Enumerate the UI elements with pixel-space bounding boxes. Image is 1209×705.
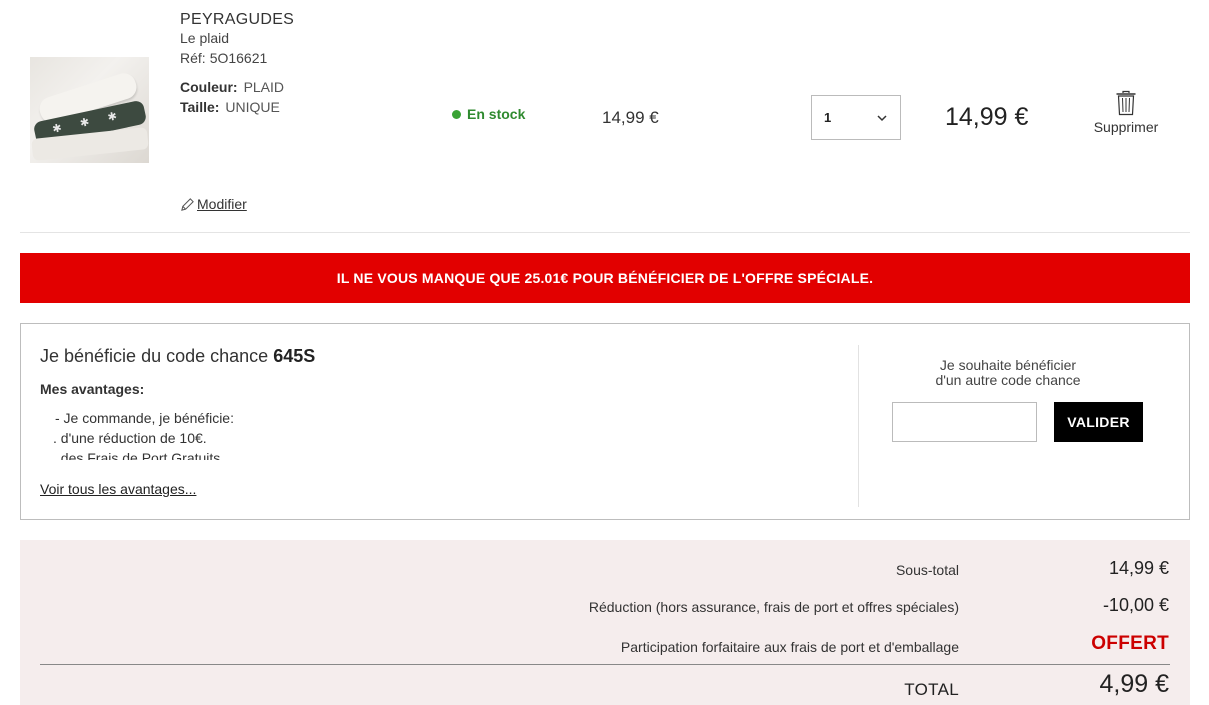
see-all-advantages-link[interactable]: Voir tous les avantages... [40,481,196,497]
stock-label: En stock [467,106,526,122]
product-brand: PEYRAGUDES [180,11,295,28]
promo-code: 645S [273,346,316,366]
reduction-label: Réduction (hors assurance, frais de port… [588,599,959,615]
total-label: TOTAL [904,680,959,699]
ref-label: Réf: [180,50,206,66]
product-size: Taille: UNIQUE [180,99,280,115]
pencil-icon [181,197,194,211]
validate-button[interactable]: VALIDER [1054,402,1143,442]
product-reference: Réf: 5O16621 [180,50,267,66]
delete-button[interactable]: Supprimer [1090,90,1162,135]
product-image[interactable] [30,57,149,163]
other-code-label: Je souhaite bénéficier d'un autre code c… [900,358,1116,388]
product-color: Couleur: PLAID [180,79,284,95]
shipping-label: Participation forfaitaire aux frais de p… [620,639,959,655]
advantages-list: - Je commande, je bénéficie: . d'une réd… [40,408,820,460]
size-label: Taille: [180,99,220,115]
delete-label: Supprimer [1093,119,1159,135]
other-code-line-1: Je souhaite bénéficier [939,357,1077,373]
size-value: UNIQUE [225,99,280,115]
quantity-select[interactable]: 1 [811,95,901,140]
list-item: - Je commande, je bénéficie: [55,410,234,426]
list-item: . d'une réduction de 10€. [53,430,207,446]
trash-icon [1116,90,1136,116]
modify-label: Modifier [197,196,247,212]
product-name: Le plaid [180,30,230,46]
special-offer-banner: IL NE VOUS MANQUE QUE 25.01€ POUR BÉNÉFI… [20,253,1190,303]
reduction-value: -10,00 € [1102,595,1169,615]
shipping-value: OFFERT [1091,633,1169,654]
advantages-title: Mes avantages: [40,381,145,397]
list-item: . des Frais de Port Gratuits [53,450,221,460]
subtotal-label: Sous-total [895,562,959,578]
modify-link[interactable]: Modifier [180,196,247,212]
color-value: PLAID [243,79,285,95]
promo-title-prefix: Je bénéficie du code chance [40,346,269,366]
stock-status: En stock [452,106,525,122]
unit-price: 14,99 € [602,108,659,127]
vertical-divider [858,345,859,507]
line-total-price: 14,99 € [945,103,1029,131]
chevron-down-icon [877,114,887,121]
quantity-value: 1 [824,110,832,125]
other-code-line-2: d'un autre code chance [935,372,1081,388]
divider [20,232,1190,233]
ref-value: 5O16621 [209,50,268,66]
promo-title: Je bénéficie du code chance 645S [40,346,315,367]
order-summary [20,540,1190,705]
subtotal-value: 14,99 € [1108,558,1169,578]
total-value: 4,99 € [1099,670,1169,698]
promo-code-input[interactable] [892,402,1037,442]
summary-divider [40,664,1170,665]
color-label: Couleur: [180,79,238,95]
stock-dot-icon [452,109,461,119]
